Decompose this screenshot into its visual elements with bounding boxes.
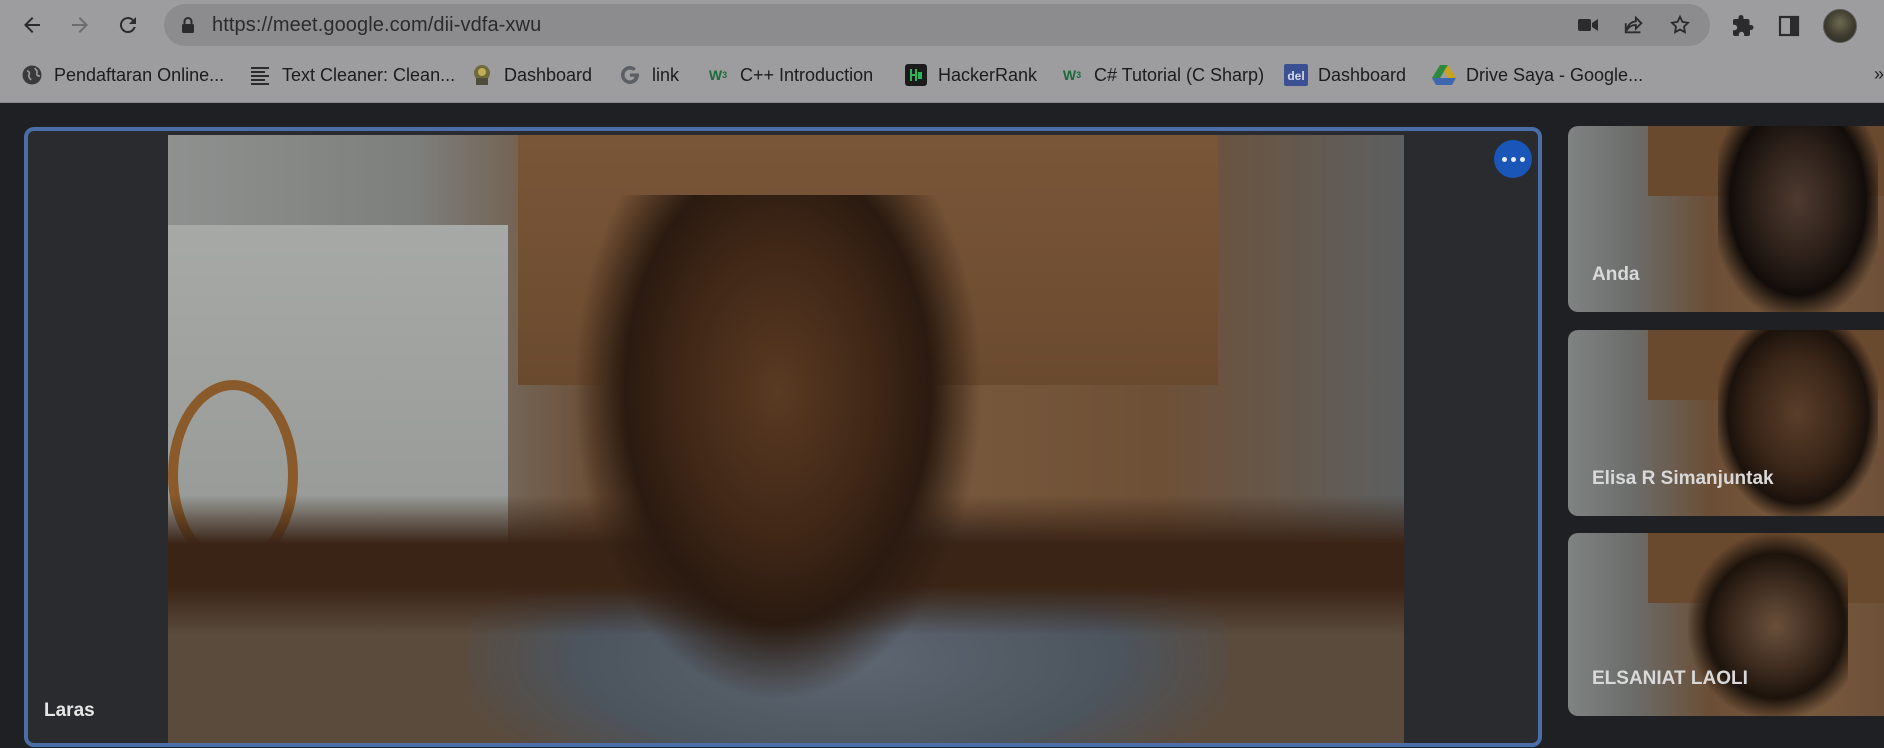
bookmark-label: C# Tutorial (C Sharp) xyxy=(1094,64,1265,85)
bookmark-link[interactable]: link xyxy=(618,62,679,88)
reload-button[interactable] xyxy=(112,9,144,41)
bookmark-drive[interactable]: Drive Saya - Google... xyxy=(1432,62,1643,88)
google-drive-icon xyxy=(1432,63,1456,87)
bookmark-cpp-intro[interactable]: W3 C++ Introduction xyxy=(706,62,873,88)
video-person-head xyxy=(538,195,1018,743)
share-icon[interactable] xyxy=(1622,13,1646,37)
main-participant-name: Laras xyxy=(44,700,95,721)
bookmark-pendaftaran[interactable]: Pendaftaran Online... xyxy=(20,62,224,88)
side-panel-icon[interactable] xyxy=(1776,13,1802,39)
camera-in-use-icon[interactable] xyxy=(1576,13,1600,37)
bookmark-label: HackerRank xyxy=(938,64,1038,85)
bookmark-label: Dashboard xyxy=(1318,64,1407,85)
main-participant-video xyxy=(168,135,1404,743)
bookmark-text-cleaner[interactable]: Text Cleaner: Clean... xyxy=(248,62,455,88)
text-lines-icon xyxy=(248,63,272,87)
dashboard-logo-icon xyxy=(470,63,494,87)
participant-name: ELSANIAT LAOLI xyxy=(1592,668,1748,689)
bookmark-dashboard-2[interactable]: del Dashboard xyxy=(1284,62,1406,88)
forward-arrow-icon xyxy=(72,17,88,33)
participant-name: Anda xyxy=(1592,264,1640,285)
main-participant-tile[interactable] xyxy=(24,127,1542,747)
bookmark-label: C++ Introduction xyxy=(740,64,874,85)
bookmark-dashboard-1[interactable]: Dashboard xyxy=(470,62,592,88)
participant-name: Elisa R Simanjuntak xyxy=(1592,468,1774,489)
bookmark-hackerrank[interactable]: HackerRank xyxy=(904,62,1037,88)
browser-toolbar: https://meet.google.com/dii-vdfa-xwu xyxy=(0,0,1884,50)
svg-text:del: del xyxy=(1287,69,1304,83)
bookmarks-overflow-button[interactable]: » xyxy=(1874,64,1884,85)
address-bar[interactable]: https://meet.google.com/dii-vdfa-xwu xyxy=(164,4,1710,46)
participant-video xyxy=(1718,126,1878,312)
bookmark-csharp-tutorial[interactable]: W3 C# Tutorial (C Sharp) xyxy=(1060,62,1264,88)
hackerrank-icon xyxy=(904,63,928,87)
back-button[interactable] xyxy=(16,9,48,41)
reload-icon xyxy=(119,17,136,34)
w3schools-icon: W3 xyxy=(708,67,728,83)
globe-icon xyxy=(20,63,44,87)
lock-icon xyxy=(180,16,196,39)
w3schools-icon: W3 xyxy=(1062,67,1082,83)
bookmark-label: Drive Saya - Google... xyxy=(1466,64,1644,85)
participant-tile-elsaniat[interactable]: ELSANIAT LAOLI xyxy=(1568,533,1884,716)
dot-icon xyxy=(1510,156,1516,162)
del-logo-icon: del xyxy=(1284,63,1308,87)
more-options-button[interactable] xyxy=(1494,140,1532,178)
participant-tile-anda[interactable]: Anda xyxy=(1568,126,1884,312)
back-arrow-icon xyxy=(24,17,40,33)
forward-button[interactable] xyxy=(64,9,96,41)
google-g-icon xyxy=(618,63,642,87)
url-text: https://meet.google.com/dii-vdfa-xwu xyxy=(212,14,542,36)
dot-icon xyxy=(1501,156,1507,162)
bookmark-label: Pendaftaran Online... xyxy=(54,64,225,85)
dot-icon xyxy=(1519,156,1525,162)
bookmarks-bar: Pendaftaran Online... Text Cleaner: Clea… xyxy=(0,50,1884,103)
profile-avatar[interactable] xyxy=(1823,9,1857,43)
bookmark-star-icon[interactable] xyxy=(1668,13,1692,37)
bookmark-label: Text Cleaner: Clean... xyxy=(282,64,456,85)
extensions-puzzle-icon[interactable] xyxy=(1730,13,1756,39)
participant-tile-elisa[interactable]: Elisa R Simanjuntak xyxy=(1568,330,1884,516)
bookmark-label: link xyxy=(652,64,680,85)
bookmark-label: Dashboard xyxy=(504,64,593,85)
